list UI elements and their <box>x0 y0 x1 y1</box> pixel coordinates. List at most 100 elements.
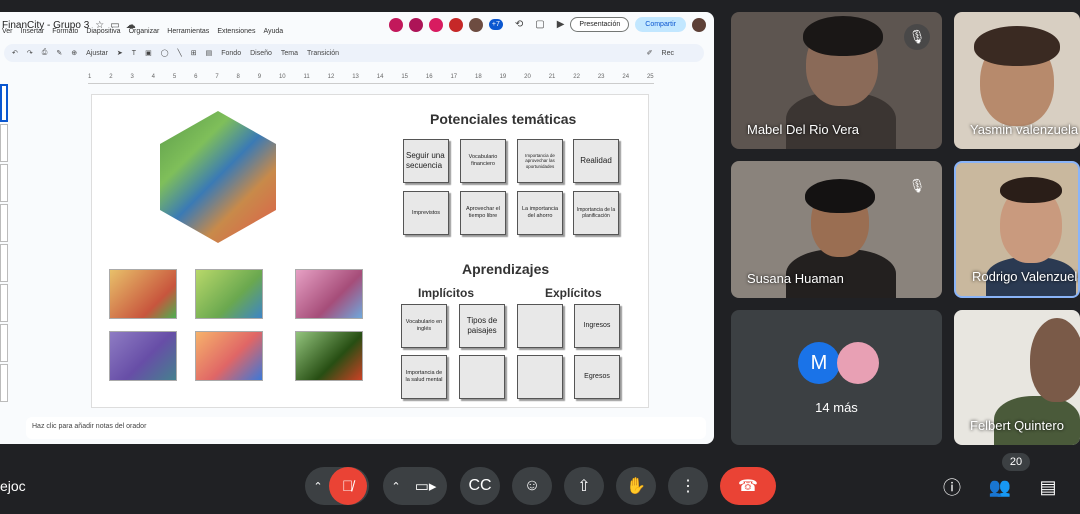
shape-icon[interactable]: ◯ <box>161 49 169 57</box>
participant-video <box>805 179 875 213</box>
present-now-button[interactable]: ⇧ <box>564 467 604 505</box>
collaborator-avatar[interactable] <box>468 17 483 32</box>
card-aprovechar-oportunidades: Importancia de aprovechar las oportunida… <box>517 139 563 183</box>
mic-options-chevron-icon[interactable]: ⌃ <box>313 480 322 493</box>
ruler-tick: 16 <box>425 74 433 80</box>
layout-icon[interactable]: ▤ <box>206 49 213 57</box>
card-image <box>295 269 363 319</box>
explicitos-header: Explícitos <box>545 286 602 300</box>
slide-thumbnail[interactable] <box>0 324 8 362</box>
layout-button[interactable]: Diseño <box>250 50 272 57</box>
participant-tile[interactable]: Felbert Quintero <box>954 310 1080 445</box>
line-icon[interactable]: ╲ <box>178 49 182 57</box>
camera-button[interactable]: ▭▸ <box>406 467 445 505</box>
ruler-tick: 25 <box>646 74 654 80</box>
menu-insertar[interactable]: Insertar <box>21 28 45 42</box>
more-participants-label: 14 más <box>815 400 858 415</box>
slide-thumbnail[interactable] <box>0 124 8 162</box>
ruler-tick: 11 <box>303 74 310 80</box>
slide-thumbnail[interactable] <box>0 164 8 202</box>
more-options-button[interactable]: ⋮ <box>668 467 708 505</box>
mic-control-group: ⌃ 🎙̸ <box>305 467 369 505</box>
slide-thumbnail[interactable] <box>0 244 8 282</box>
transition-button[interactable]: Transición <box>307 50 339 57</box>
slide-thumbnail[interactable] <box>0 204 8 242</box>
leave-call-button[interactable]: ☎ <box>720 467 776 505</box>
ruler-tick: 18 <box>475 74 482 80</box>
menu-ayuda[interactable]: Ayuda <box>263 28 283 42</box>
menu-extensiones[interactable]: Extensiones <box>217 28 255 42</box>
card-image <box>195 331 263 381</box>
ruler-tick: 24 <box>622 74 630 80</box>
collaborator-avatar[interactable] <box>448 17 463 32</box>
participant-tile-active-speaker[interactable]: Rodrigo Valenzuela <box>954 161 1080 298</box>
select-icon[interactable]: ➤ <box>117 49 123 57</box>
camera-options-chevron-icon[interactable]: ⌃ <box>391 480 400 493</box>
meet-icon[interactable]: ▶ <box>557 19 565 30</box>
speaker-notes[interactable]: Haz clic para añadir notas del orador <box>26 417 706 439</box>
card-realidad: Realidad <box>573 139 619 183</box>
card-planificacion: Importancia de la planificación <box>573 191 619 235</box>
zoom-icon[interactable]: ⊕ <box>71 49 77 57</box>
pen-icon[interactable]: ✐ <box>647 49 653 57</box>
history-icon[interactable]: ⟲ <box>515 19 523 30</box>
ruler-tick: 6 <box>194 74 198 80</box>
raise-hand-button[interactable]: ✋ <box>616 467 656 505</box>
toolbar: ↶ ↷ ⎙ ✎ ⊕ Ajustar ➤ T ▣ ◯ ╲ ⊞ ▤ Fondo Di… <box>4 44 704 62</box>
potenciales-title: Potenciales temáticas <box>430 111 577 127</box>
ruler-tick: 23 <box>597 74 605 80</box>
participant-tile[interactable]: Yasmin valenzuela <box>954 12 1080 149</box>
participant-tile[interactable]: 🎙 Mabel Del Rio Vera <box>731 12 942 149</box>
image-icon[interactable]: ▣ <box>145 49 152 57</box>
undo-icon[interactable]: ↶ <box>12 49 18 57</box>
participant-video <box>1030 318 1080 402</box>
card-salud-mental: Importancia de la salud mental <box>401 355 447 399</box>
card-aprovechar-tiempo: Aprovechar el tiempo libre <box>460 191 506 235</box>
zoom-select[interactable]: Ajustar <box>86 50 108 57</box>
collaborator-avatar[interactable] <box>428 17 443 32</box>
background-button[interactable]: Fondo <box>221 50 241 57</box>
menu-herramientas[interactable]: Herramientas <box>167 28 209 42</box>
menu-formato[interactable]: Formato <box>52 28 78 42</box>
collaborator-avatar[interactable] <box>388 17 403 32</box>
ruler-tick: 22 <box>573 74 580 80</box>
ruler-tick: 5 <box>172 74 177 80</box>
card-seguir-secuencia: Seguir una secuencia <box>403 139 449 183</box>
participant-avatar-photo <box>837 342 879 384</box>
present-button[interactable]: Presentación <box>570 17 630 32</box>
ruler-tick: 10 <box>278 74 286 80</box>
comment-icon[interactable]: ▢ <box>535 19 544 30</box>
menu-ver[interactable]: Ver <box>2 28 13 42</box>
rec-button[interactable]: Rec <box>662 50 674 57</box>
redo-icon[interactable]: ↷ <box>27 49 33 57</box>
textbox-icon[interactable]: T <box>132 50 136 57</box>
participant-tile[interactable]: 🎙 Susana Huaman <box>731 161 942 298</box>
paint-format-icon[interactable]: ✎ <box>56 49 62 57</box>
slide-thumbnail[interactable] <box>0 364 8 402</box>
meeting-code: ejoc <box>0 478 26 494</box>
comment-add-icon[interactable]: ⊞ <box>191 49 197 57</box>
share-button[interactable]: Compartir <box>635 17 686 32</box>
account-avatar[interactable] <box>692 17 706 32</box>
people-icon[interactable]: 👥 <box>985 472 1015 502</box>
slide-thumbnail[interactable] <box>0 84 8 122</box>
print-icon[interactable]: ⎙ <box>42 49 48 57</box>
slide-thumbnail[interactable] <box>0 284 8 322</box>
captions-button[interactable]: CC <box>460 467 500 505</box>
theme-button[interactable]: Tema <box>281 50 298 57</box>
mic-off-button[interactable]: 🎙̸ <box>328 467 367 505</box>
filmstrip <box>0 84 8 424</box>
participant-avatar: M <box>798 342 840 384</box>
more-participants-tile[interactable]: M 14 más <box>731 310 942 445</box>
meeting-info-icon[interactable]: ⓘ <box>937 472 967 502</box>
ruler-tick: 1 <box>88 74 92 80</box>
slide-canvas[interactable]: Potenciales temáticas Aprendizajes Implí… <box>91 94 649 408</box>
menu-diapositiva[interactable]: Diapositiva <box>86 28 120 42</box>
menu-organizar[interactable]: Organizar <box>129 28 160 42</box>
emoji-button[interactable]: ☺ <box>512 467 552 505</box>
ruler-tick: 19 <box>499 74 507 80</box>
ruler-tick: 8 <box>236 74 240 80</box>
collaborators-more-badge[interactable]: +7 <box>488 19 503 30</box>
collaborator-avatar[interactable] <box>408 17 423 32</box>
chat-icon[interactable]: ▤ <box>1033 472 1063 502</box>
